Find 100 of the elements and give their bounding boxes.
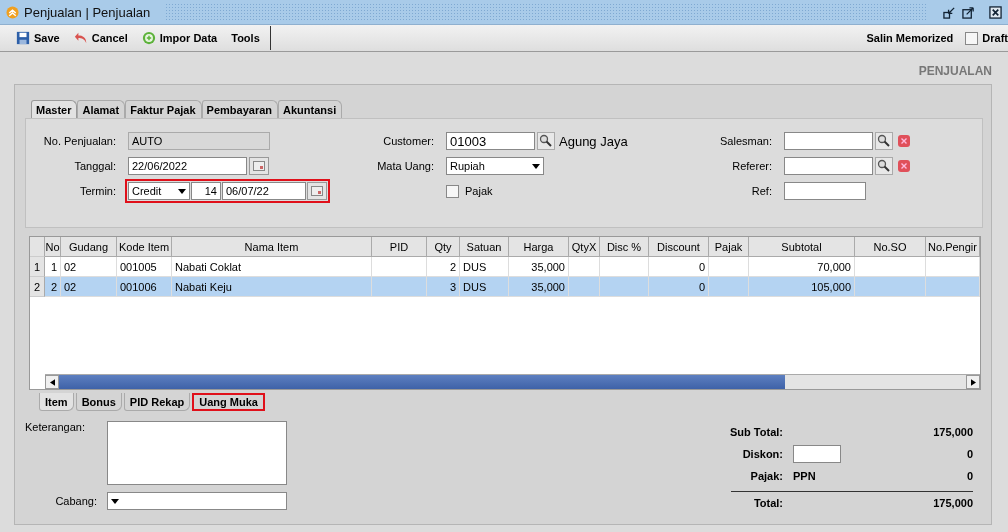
column-header[interactable]: Discount bbox=[649, 237, 709, 257]
search-button[interactable] bbox=[875, 132, 893, 150]
total-label: Total: bbox=[752, 497, 783, 509]
right-arrow-icon[interactable] bbox=[970, 378, 976, 386]
field-label: Ref: bbox=[750, 185, 772, 197]
draft-checkbox[interactable] bbox=[965, 31, 979, 45]
calendar-icon bbox=[311, 186, 323, 196]
table-cell bbox=[926, 277, 980, 297]
draft-label: Draft bbox=[982, 32, 1008, 44]
caret-icon bbox=[532, 163, 540, 169]
caret-icon bbox=[111, 498, 119, 504]
restore-icon[interactable] bbox=[943, 5, 956, 19]
app-icon bbox=[6, 5, 19, 19]
row-number: 1 bbox=[30, 257, 45, 277]
undo-arrow-icon bbox=[73, 31, 88, 45]
tab[interactable]: Item bbox=[39, 393, 74, 411]
table-cell: 105,000 bbox=[749, 277, 855, 297]
column-header[interactable]: Pajak bbox=[709, 237, 749, 257]
ref-field[interactable] bbox=[784, 182, 866, 200]
tab[interactable]: Master bbox=[31, 100, 78, 118]
table-cell: 3 bbox=[427, 277, 460, 297]
table-cell bbox=[855, 277, 926, 297]
toolbar-button[interactable]: Tools bbox=[229, 27, 268, 49]
text-field[interactable] bbox=[784, 157, 873, 175]
search-button[interactable] bbox=[537, 132, 555, 150]
column-header[interactable]: Gudang bbox=[61, 237, 117, 257]
field-label: Termin: bbox=[78, 185, 116, 197]
tab[interactable]: Alamat bbox=[77, 100, 126, 118]
calendar-button[interactable] bbox=[249, 157, 269, 175]
caret-icon bbox=[178, 188, 186, 194]
plus-circle-icon bbox=[141, 31, 156, 45]
horizontal-scrollbar[interactable] bbox=[45, 374, 980, 389]
total-value: 175,000 bbox=[932, 426, 973, 438]
tab[interactable]: Faktur Pajak bbox=[125, 100, 202, 118]
table-row[interactable]: 2 2 02 001006 Nabati Keju 3 DUS 35,000 0 105,000 bbox=[30, 277, 980, 297]
total-label: Pajak: bbox=[749, 470, 783, 482]
column-header[interactable]: Subtotal bbox=[749, 237, 855, 257]
currency-dropdown[interactable]: Rupiah bbox=[446, 157, 544, 175]
customer-name: Agung Jaya bbox=[559, 133, 628, 149]
row-number: 2 bbox=[30, 277, 45, 297]
column-header[interactable]: No.SO bbox=[855, 237, 926, 257]
total-label: Diskon: bbox=[741, 448, 783, 460]
copy-memorized-button[interactable]: Salin Memorized bbox=[864, 27, 962, 49]
maximize-icon[interactable] bbox=[962, 5, 975, 19]
column-header[interactable]: Nama Item bbox=[172, 237, 372, 257]
customer-code-field[interactable]: 01003 bbox=[446, 132, 535, 150]
column-header[interactable]: No.Pengir bbox=[926, 237, 980, 257]
column-header[interactable]: Satuan bbox=[460, 237, 509, 257]
column-header[interactable]: No bbox=[45, 237, 61, 257]
tab[interactable]: PID Rekap bbox=[123, 393, 191, 411]
total-value: 0 bbox=[965, 448, 973, 460]
term-type-dropdown[interactable]: Credit bbox=[128, 182, 190, 200]
column-header[interactable]: Qty bbox=[427, 237, 460, 257]
toolbar-button[interactable]: Save bbox=[14, 27, 68, 49]
table-cell: 35,000 bbox=[509, 277, 569, 297]
calendar-icon bbox=[253, 161, 265, 171]
tab[interactable]: Uang Muka bbox=[192, 393, 265, 411]
field-label: Keterangan: bbox=[25, 421, 86, 433]
column-header[interactable]: Disc % bbox=[600, 237, 649, 257]
field-label: Salesman: bbox=[719, 135, 772, 147]
page-heading: PENJUALAN bbox=[918, 64, 992, 78]
tax-checkbox[interactable] bbox=[446, 184, 459, 198]
table-cell: 0 bbox=[649, 277, 709, 297]
tab[interactable]: Pembayaran bbox=[201, 100, 278, 118]
column-header[interactable]: QtyX bbox=[569, 237, 600, 257]
total-label: Sub Total: bbox=[729, 426, 783, 438]
field-label: No. Penjualan: bbox=[42, 135, 116, 147]
text-field[interactable] bbox=[784, 132, 873, 150]
field-label: Customer: bbox=[382, 135, 434, 147]
toolbar-button[interactable]: Impor Data bbox=[139, 27, 226, 49]
table-cell: 2 bbox=[45, 277, 61, 297]
branch-dropdown[interactable] bbox=[107, 492, 287, 510]
total-value: 175,000 bbox=[932, 497, 973, 509]
calendar-button[interactable] bbox=[307, 182, 327, 200]
column-header[interactable]: Harga bbox=[509, 237, 569, 257]
table-cell: DUS bbox=[460, 277, 509, 297]
table-cell bbox=[709, 277, 749, 297]
due-date-field[interactable]: 06/07/22 bbox=[222, 182, 306, 200]
close-icon[interactable] bbox=[989, 5, 1002, 19]
table-cell bbox=[600, 277, 649, 297]
field-label: Cabang: bbox=[54, 495, 97, 507]
toolbar-button[interactable]: Cancel bbox=[71, 27, 136, 49]
tax-type: PPN bbox=[793, 470, 816, 482]
checkbox-label: Pajak bbox=[465, 185, 493, 197]
total-value: 0 bbox=[965, 470, 973, 482]
column-header[interactable]: Kode Item bbox=[117, 237, 172, 257]
date-field[interactable]: 22/06/2022 bbox=[128, 157, 247, 175]
tab[interactable]: Akuntansi bbox=[278, 100, 343, 118]
notes-field[interactable] bbox=[107, 421, 287, 485]
table-cell: 001006 bbox=[117, 277, 172, 297]
term-days-field[interactable]: 14 bbox=[191, 182, 221, 200]
field-label: Mata Uang: bbox=[376, 160, 434, 172]
search-button[interactable] bbox=[875, 157, 893, 175]
field-label: Tanggal: bbox=[73, 160, 116, 172]
tab[interactable]: Bonus bbox=[75, 393, 122, 411]
discount-field[interactable] bbox=[793, 445, 841, 463]
table-cell bbox=[569, 277, 600, 297]
column-header[interactable]: PID bbox=[372, 237, 427, 257]
window-title: Penjualan | Penjualan bbox=[24, 4, 151, 20]
left-arrow-icon[interactable] bbox=[49, 378, 55, 386]
